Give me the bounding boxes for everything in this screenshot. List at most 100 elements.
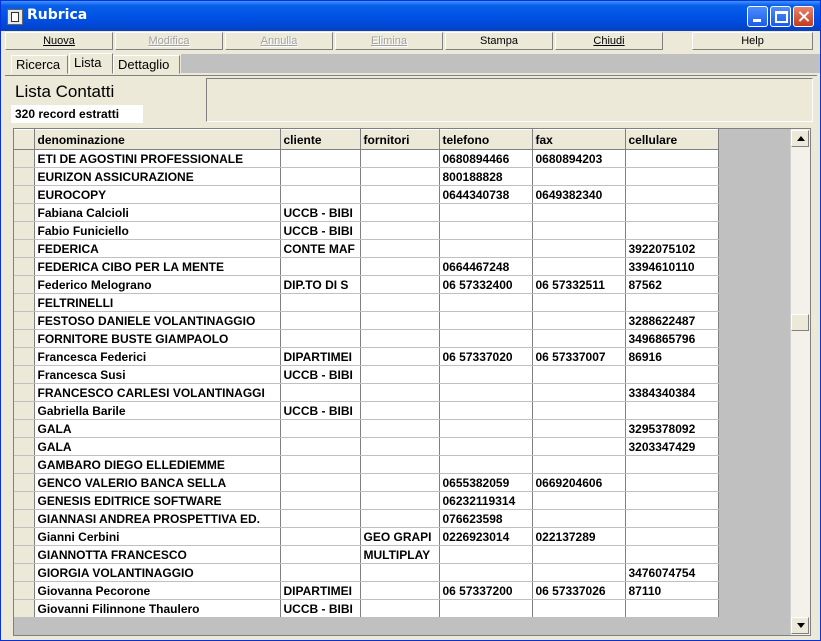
tab-lista[interactable]: Lista [69,53,113,74]
table-cell-telefono[interactable] [439,437,533,456]
table-cell-fax[interactable] [532,293,626,312]
table-cell-fax[interactable]: 022137289 [532,527,626,546]
table-cell-fornitori[interactable] [360,257,440,276]
row-selector[interactable] [14,275,35,294]
table-cell-denominazione[interactable]: GAMBARO DIEGO ELLEDIEMME [34,455,281,474]
row-selector[interactable] [14,581,35,600]
table-row[interactable]: GIORGIA VOLANTINAGGIO 3476074754 [14,563,719,582]
table-cell-cliente[interactable] [280,491,361,510]
table-cell-cliente[interactable]: UCCB - BIBI [280,221,361,240]
table-cell-fornitori[interactable] [360,185,440,204]
table-cell-telefono[interactable]: 0644340738 [439,185,533,204]
table-row[interactable]: GALA 3295378092 [14,419,719,438]
table-cell-cellulare[interactable] [625,473,719,492]
table-cell-fax[interactable]: 06 57337026 [532,581,626,600]
table-cell-denominazione[interactable]: Federico Melograno [34,275,281,294]
table-cell-cliente[interactable] [280,293,361,312]
table-cell-cellulare[interactable]: 3288622487 [625,311,719,330]
table-cell-cellulare[interactable]: 3394610110 [625,257,719,276]
table-row[interactable]: Gianni Cerbini GEO GRAPI 0226923014 0221372… [14,527,719,546]
table-cell-telefono[interactable] [439,383,533,402]
tab-dettaglio[interactable]: Dettaglio [113,55,180,74]
table-cell-cliente[interactable] [280,383,361,402]
table-cell-cliente[interactable] [280,545,361,564]
table-row[interactable]: FESTOSO DANIELE VOLANTINAGGIO 3288622487 [14,311,719,330]
table-cell-fornitori[interactable] [360,581,440,600]
table-row[interactable]: FELTRINELLI [14,293,719,312]
table-cell-cellulare[interactable] [625,527,719,546]
table-cell-cellulare[interactable]: 87110 [625,581,719,600]
table-cell-telefono[interactable] [439,311,533,330]
scroll-down-arrow-icon[interactable] [791,617,809,634]
table-cell-cellulare[interactable]: 3295378092 [625,419,719,438]
table-cell-denominazione[interactable]: GIANNOTTA FRANCESCO [34,545,281,564]
table-cell-denominazione[interactable]: GIANNASI ANDREA PROSPETTIVA ED. [34,509,281,528]
table-cell-denominazione[interactable]: Fabio Funiciello [34,221,281,240]
table-cell-telefono[interactable]: 06 57337200 [439,581,533,600]
row-selector[interactable] [14,527,35,546]
table-cell-fornitori[interactable] [360,383,440,402]
table-cell-telefono[interactable] [439,599,533,618]
vertical-scrollbar[interactable] [790,129,810,635]
table-cell-fax[interactable] [532,221,626,240]
table-cell-cellulare[interactable] [625,401,719,420]
table-row[interactable]: Francesca Susi UCCB - BIBI [14,365,719,384]
table-cell-fornitori[interactable] [360,365,440,384]
row-selector[interactable] [14,167,35,186]
table-cell-cliente[interactable] [280,527,361,546]
table-row[interactable]: Francesca Federici DIPARTIMEI 06 57337020 0… [14,347,719,366]
table-cell-telefono[interactable]: 0680894466 [439,149,533,168]
table-row[interactable]: Gabriella Barile UCCB - BIBI [14,401,719,420]
modifica-button[interactable]: Modifica [115,32,223,50]
table-cell-denominazione[interactable]: Fabiana Calcioli [34,203,281,222]
maximize-button[interactable] [770,6,791,27]
table-cell-cliente[interactable] [280,329,361,348]
table-cell-cliente[interactable]: DIPARTIMEI [280,347,361,366]
table-cell-fax[interactable] [532,563,626,582]
table-cell-telefono[interactable] [439,419,533,438]
row-selector-header[interactable] [14,129,35,150]
table-cell-fornitori[interactable] [360,221,440,240]
table-cell-telefono[interactable]: 0664467248 [439,257,533,276]
row-selector[interactable] [14,437,35,456]
row-selector[interactable] [14,311,35,330]
table-cell-fax[interactable] [532,599,626,618]
table-cell-fax[interactable] [532,383,626,402]
table-cell-cellulare[interactable]: 3384340384 [625,383,719,402]
close-window-button[interactable] [793,6,814,27]
table-cell-cellulare[interactable] [625,491,719,510]
table-row[interactable]: Fabio Funiciello UCCB - BIBI [14,221,719,240]
table-cell-cellulare[interactable]: 86916 [625,347,719,366]
table-cell-fax[interactable] [532,203,626,222]
table-cell-cellulare[interactable]: 3476074754 [625,563,719,582]
table-cell-cellulare[interactable] [625,509,719,528]
row-selector[interactable] [14,203,35,222]
table-cell-cellulare[interactable]: 87562 [625,275,719,294]
table-cell-denominazione[interactable]: Giovanni Filinnone Thaulero [34,599,281,618]
table-cell-fornitori[interactable]: MULTIPLAY [360,545,440,564]
table-cell-fax[interactable]: 06 57337007 [532,347,626,366]
row-selector[interactable] [14,455,35,474]
help-button[interactable]: Help [692,32,813,50]
table-cell-fax[interactable] [532,491,626,510]
table-cell-cellulare[interactable] [625,221,719,240]
table-row[interactable]: Giovanna Pecorone DIPARTIMEI 06 57337200 06… [14,581,719,600]
table-cell-fax[interactable] [532,257,626,276]
table-cell-cellulare[interactable] [625,545,719,564]
row-selector[interactable] [14,365,35,384]
table-cell-fornitori[interactable] [360,455,440,474]
table-cell-cliente[interactable]: DIP.TO DI S [280,275,361,294]
table-cell-cellulare[interactable]: 3496865796 [625,329,719,348]
column-header[interactable]: fax [532,129,626,150]
table-cell-telefono[interactable]: 800188828 [439,167,533,186]
table-cell-cliente[interactable]: CONTE MAF [280,239,361,258]
table-cell-cellulare[interactable] [625,455,719,474]
table-row[interactable]: GAMBARO DIEGO ELLEDIEMME [14,455,719,474]
table-cell-fax[interactable] [532,419,626,438]
row-selector[interactable] [14,185,35,204]
row-selector[interactable] [14,509,35,528]
table-cell-denominazione[interactable]: Francesca Susi [34,365,281,384]
table-cell-fornitori[interactable]: GEO GRAPI [360,527,440,546]
stampa-button[interactable]: Stampa [445,32,553,50]
table-cell-telefono[interactable]: 06 57337020 [439,347,533,366]
